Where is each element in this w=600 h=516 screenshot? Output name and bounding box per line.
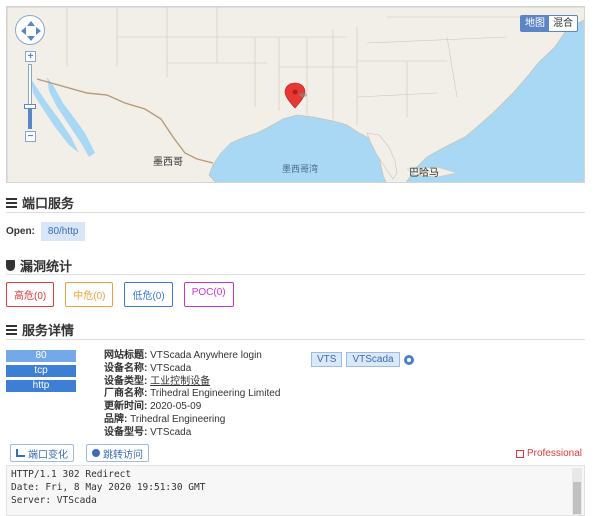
map-type-hybrid[interactable]: 混合 <box>549 16 577 31</box>
scrollbar-thumb[interactable] <box>573 482 581 514</box>
field-row: 网站标题: VTScada Anywhere login <box>104 350 280 363</box>
vulns-section-title: 漏洞统计 <box>6 256 72 275</box>
list-icon <box>6 197 17 208</box>
service-section-title: 服务详情 <box>6 320 74 339</box>
field-key: 设备名称: <box>104 362 148 374</box>
section-divider <box>6 212 585 213</box>
banner-line: Date: Fri, 8 May 2020 19:51:30 GMT <box>11 482 206 493</box>
open-label: Open: <box>6 226 35 237</box>
product-tags: VTS VTScada <box>311 352 414 367</box>
shield-icon <box>6 260 15 271</box>
list-icon <box>6 324 17 335</box>
vuln-badges: 高危(0) 中危(0) 低危(0) POC(0) <box>6 282 234 307</box>
field-value-link[interactable]: 工业控制设备 <box>150 376 210 387</box>
map-zoom-control: + − <box>24 51 36 143</box>
vuln-high-badge[interactable]: 高危(0) <box>6 282 55 307</box>
professional-label: Professional <box>526 448 582 459</box>
zoom-slider-fill <box>28 107 32 129</box>
jump-visit-button[interactable]: 跳转访问 <box>86 444 149 462</box>
map-type-switch: 地图 混合 <box>520 15 578 32</box>
map-canvas <box>7 7 584 182</box>
banner-toolbar: 端口变化 跳转访问 Professional <box>6 444 585 464</box>
field-row: 更新时间: 2020-05-09 <box>104 401 280 414</box>
field-key: 更新时间: <box>104 401 148 413</box>
field-row: 设备类型: 工业控制设备 <box>104 376 280 389</box>
field-value: Trihedral Engineering <box>130 413 226 425</box>
field-row: 设备名称: VTScada <box>104 363 280 376</box>
port-change-button[interactable]: 端口变化 <box>10 444 74 462</box>
map-view[interactable]: + − 地图 混合 墨西哥 墨西哥湾 巴哈马 <box>6 6 585 183</box>
zoom-in-button[interactable]: + <box>25 51 36 62</box>
jump-visit-label: 跳转访问 <box>103 449 143 461</box>
field-value: 2020-05-09 <box>150 401 202 413</box>
service-tags: 80 tcp http <box>6 350 76 395</box>
field-key: 设备类型: <box>104 375 148 387</box>
service-name-tag[interactable]: http <box>6 380 76 392</box>
map-label-gulf: 墨西哥湾 <box>282 164 319 174</box>
port-change-label: 端口变化 <box>28 449 68 461</box>
field-key: 厂商名称: <box>104 388 148 400</box>
field-row: 厂商名称: Trihedral Engineering Limited <box>104 388 280 401</box>
service-title-text: 服务详情 <box>22 323 75 338</box>
field-value: VTScada <box>150 362 192 374</box>
field-row: 设备型号: VTScada <box>104 427 280 440</box>
zoom-slider-handle[interactable] <box>24 104 36 109</box>
service-port-tag[interactable]: 80 <box>6 350 76 362</box>
field-value: VTScada Anywhere login <box>150 350 262 361</box>
field-value: VTScada <box>150 426 192 438</box>
banner-line: Server: VTScada <box>11 495 97 506</box>
gear-icon[interactable] <box>403 354 414 365</box>
field-key: 品牌: <box>104 413 128 425</box>
field-key: 设备型号: <box>104 426 148 438</box>
vuln-mid-badge[interactable]: 中危(0) <box>65 282 114 307</box>
map-label-bahamas: 巴哈马 <box>409 168 439 179</box>
bar-chart-icon <box>16 449 25 457</box>
vulns-title-text: 漏洞统计 <box>20 259 73 274</box>
map-label-mexico: 墨西哥 <box>153 157 183 168</box>
port-chip[interactable]: 80/http <box>40 222 86 241</box>
banner-line: HTTP/1.1 302 Redirect <box>11 469 132 480</box>
ports-section-title: 端口服务 <box>6 193 74 212</box>
globe-icon <box>92 449 100 457</box>
section-divider <box>6 339 585 340</box>
ports-title-text: 端口服务 <box>22 196 75 211</box>
service-fields: 网站标题: VTScada Anywhere login 设备名称: VTSca… <box>104 350 280 440</box>
vuln-low-badge[interactable]: 低危(0) <box>124 282 173 307</box>
banner-scrollbar[interactable] <box>572 468 582 515</box>
map-type-map[interactable]: 地图 <box>521 16 549 31</box>
field-key: 网站标题: <box>104 350 148 361</box>
zoom-out-button[interactable]: − <box>25 131 36 142</box>
professional-link[interactable]: Professional <box>515 448 582 459</box>
field-value: Trihedral Engineering Limited <box>150 388 281 400</box>
professional-icon <box>515 449 524 458</box>
service-protocol-tag[interactable]: tcp <box>6 365 76 377</box>
field-row: 品牌: Trihedral Engineering <box>104 414 280 427</box>
vuln-poc-badge[interactable]: POC(0) <box>183 282 234 307</box>
section-divider <box>6 274 585 275</box>
product-tag[interactable]: VTS <box>311 352 343 367</box>
open-ports-row: Open: 80/http <box>6 222 86 241</box>
banner-text[interactable]: HTTP/1.1 302 Redirect Date: Fri, 8 May 20… <box>6 465 585 516</box>
product-tag[interactable]: VTScada <box>346 352 400 367</box>
map-pan-control[interactable] <box>15 15 45 45</box>
